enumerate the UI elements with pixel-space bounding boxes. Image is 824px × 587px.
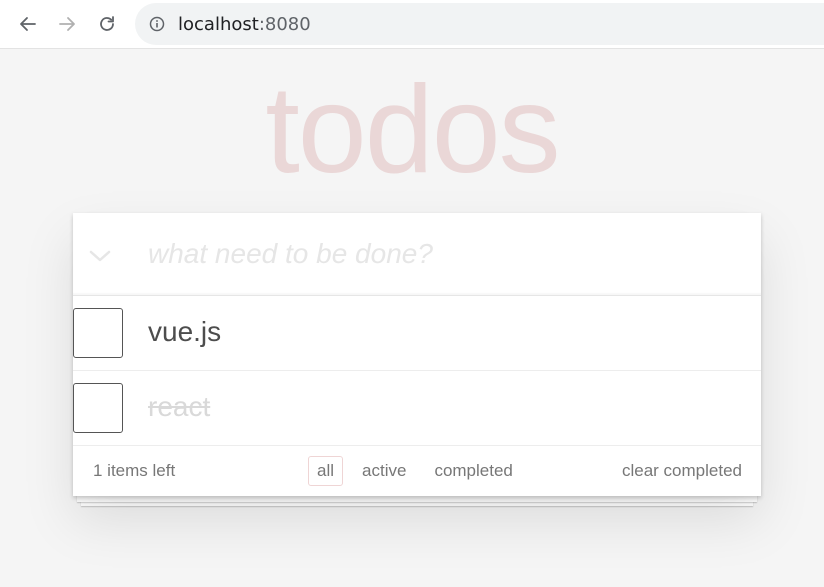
toggle-all-button[interactable] (85, 241, 115, 271)
todo-item: react (73, 371, 761, 446)
url-host: localhost (178, 14, 259, 35)
url-port: :8080 (258, 14, 311, 35)
clear-completed-button[interactable]: clear completed (622, 461, 742, 481)
reload-icon (100, 16, 114, 31)
filter-all[interactable]: all (308, 456, 344, 486)
filter-completed[interactable]: completed (425, 456, 521, 486)
back-arrow-icon (20, 17, 36, 31)
todo-checkbox[interactable] (73, 383, 123, 433)
todo-item: vue.js (73, 296, 761, 371)
forward-button[interactable] (52, 9, 82, 39)
todo-label[interactable]: react (148, 391, 210, 423)
app-title: todos (265, 61, 560, 199)
items-left-count: 1 items left (93, 461, 176, 480)
address-bar[interactable]: localhost:8080 (135, 3, 824, 45)
chevron-down-icon (89, 250, 111, 262)
url-text: localhost:8080 (178, 14, 311, 35)
browser-toolbar: localhost:8080 (0, 0, 824, 49)
info-icon[interactable] (149, 16, 165, 32)
filter-active[interactable]: active (353, 456, 415, 486)
back-button[interactable] (13, 9, 43, 39)
todo-app: vue.js react 1 items left all active com… (73, 213, 761, 496)
reload-button[interactable] (92, 9, 122, 39)
todo-label[interactable]: vue.js (148, 316, 221, 348)
new-todo-input[interactable] (148, 233, 738, 275)
todo-header (73, 213, 761, 296)
todo-footer: 1 items left all active completed clear … (73, 446, 761, 496)
forward-arrow-icon (59, 17, 75, 31)
todo-checkbox[interactable] (73, 308, 123, 358)
todo-list: vue.js react (73, 296, 761, 446)
filter-list: all active completed (308, 456, 522, 486)
